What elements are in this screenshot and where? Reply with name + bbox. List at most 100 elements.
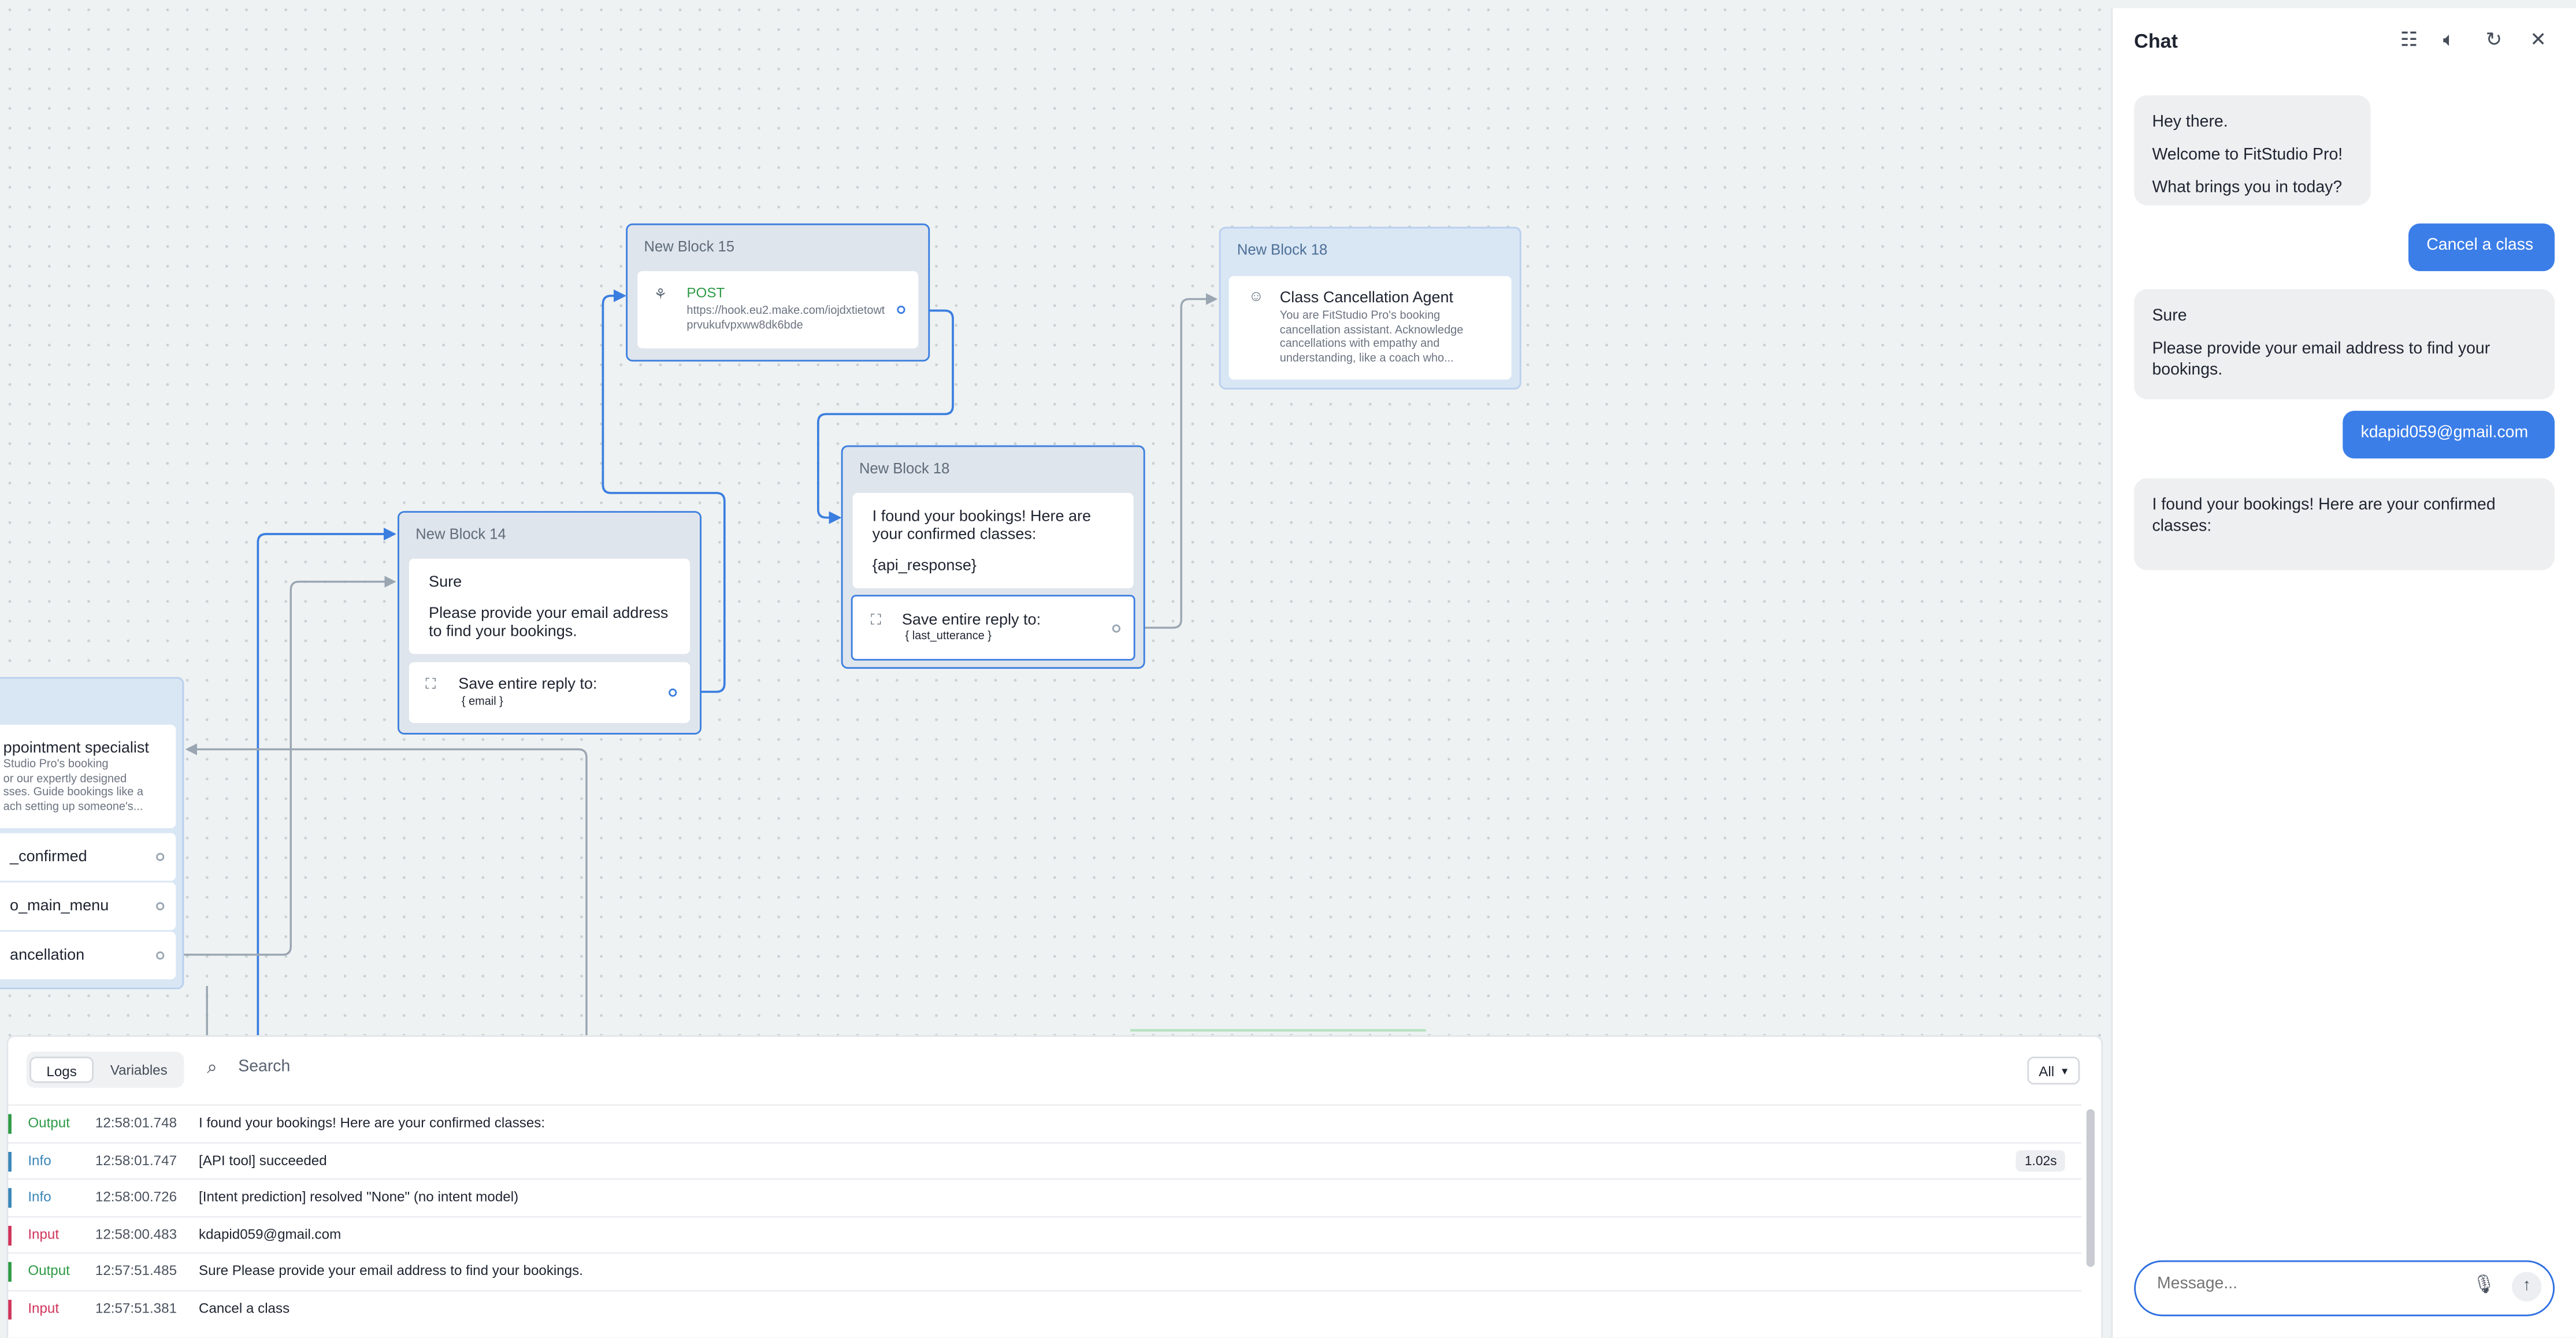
agent-icon: ☺: [1248, 287, 1264, 304]
message-line: I found your bookings! Here are your con…: [2152, 496, 2496, 536]
message-line: I found your bookings! Here are your con…: [872, 507, 1092, 544]
log-type-indicator: [8, 1262, 12, 1282]
message-block[interactable]: New Block 18 I found your bookings! Here…: [841, 445, 1145, 669]
log-type: Input: [28, 1225, 60, 1241]
log-type: Output: [28, 1262, 70, 1278]
log-time: 12:58:00.483: [95, 1225, 177, 1241]
output-port[interactable]: [669, 688, 677, 697]
agent-description: Studio Pro's booking or our expertly des…: [3, 759, 143, 813]
restart-icon[interactable]: ↻: [2486, 28, 2503, 51]
api-step[interactable]: ⚘ POST https://hook.eu2.make.com/iojdxti…: [637, 271, 919, 349]
message-block[interactable]: New Block 14 Sure Please provide your em…: [398, 511, 702, 735]
block-title: New Block 18: [859, 460, 950, 477]
text-step[interactable]: I found your bookings! Here are your con…: [852, 492, 1134, 588]
message-line: Sure: [429, 573, 462, 592]
logs-search-input[interactable]: [238, 1058, 732, 1077]
agent-block[interactable]: New Block 18 ☺ Class Cancellation Agent …: [1219, 227, 1521, 390]
log-time: 12:57:51.485: [95, 1262, 177, 1278]
chat-panel: Chat ☷ 🔈︎ ↻ ✕ Hey there. Welcome to FitS…: [2111, 8, 2576, 1338]
microphone-icon[interactable]: 🎙︎: [2473, 1273, 2496, 1295]
output-port[interactable]: [156, 902, 165, 911]
output-port[interactable]: [156, 951, 165, 960]
log-type-indicator: [8, 1225, 12, 1245]
save-label: Save entire reply to:: [458, 675, 597, 694]
bot-message: I found your bookings! Here are your con…: [2134, 478, 2555, 570]
log-message: [API tool] succeeded: [199, 1151, 327, 1168]
api-webhook-icon: ⚘: [654, 286, 667, 303]
log-row[interactable]: Input 12:57:51.381 Cancel a class: [8, 1289, 2082, 1326]
message-line: Please provide your email address to fin…: [429, 605, 669, 641]
message-line: Please provide your email address to fin…: [2152, 340, 2490, 380]
log-row[interactable]: Output 12:57:51.485 Sure Please provide yo…: [8, 1252, 2082, 1289]
output-port[interactable]: [1112, 624, 1120, 633]
settings-sliders-icon[interactable]: ☷: [2400, 28, 2418, 51]
logs-scrollbar[interactable]: [2086, 1109, 2095, 1267]
agent-step[interactable]: ☺ Class Cancellation Agent You are FitSt…: [1228, 276, 1512, 380]
path-label: o_main_menu: [10, 897, 109, 916]
capture-icon: ⛶: [425, 675, 436, 692]
log-row[interactable]: Input 12:58:00.483 kdapid059@gmail.com: [8, 1215, 2082, 1252]
path-label: ancellation: [10, 946, 85, 965]
tab-logs[interactable]: Logs: [29, 1057, 94, 1083]
message-line: Sure: [2152, 307, 2187, 325]
agent-block[interactable]: ppointment specialist Studio Pro's booki…: [0, 677, 184, 989]
chat-title: Chat: [2134, 29, 2178, 53]
log-row[interactable]: Info 12:58:01.747 [API tool] succeeded 1.02…: [8, 1141, 2082, 1178]
log-type-indicator: [8, 1188, 12, 1208]
path-item[interactable]: o_main_menu: [0, 882, 176, 931]
log-type-indicator: [8, 1299, 12, 1319]
log-row[interactable]: Info 12:58:00.726 [Intent prediction] reso…: [8, 1178, 2082, 1215]
path-label: _confirmed: [10, 848, 87, 866]
message-line: What brings you in today?: [2152, 179, 2343, 198]
webhook-url: https://hook.eu2.make.com/iojdxtietowtpr…: [686, 305, 885, 331]
message-input-box[interactable]: 🎙︎ ↑: [2134, 1260, 2555, 1317]
message-input[interactable]: [2156, 1275, 2453, 1293]
log-filter-dropdown[interactable]: All ▾: [2027, 1057, 2080, 1085]
agent-step[interactable]: ppointment specialist Studio Pro's booki…: [0, 724, 176, 828]
block-title: New Block 15: [644, 238, 734, 255]
user-message: Cancel a class: [2408, 223, 2555, 272]
block-title: New Block 18: [1237, 241, 1328, 258]
log-message: Cancel a class: [199, 1299, 290, 1315]
chevron-down-icon: ▾: [2062, 1066, 2068, 1078]
capture-step[interactable]: ⛶ Save entire reply to: { last_utterance…: [851, 595, 1135, 661]
user-message: kdapid059@gmail.com: [2343, 410, 2555, 459]
close-icon[interactable]: ✕: [2530, 28, 2547, 51]
mute-icon[interactable]: 🔈︎: [2443, 28, 2455, 53]
log-type: Output: [28, 1114, 70, 1131]
filter-value: All: [2039, 1063, 2055, 1080]
log-time: 12:57:51.381: [95, 1299, 177, 1315]
save-label: Save entire reply to:: [901, 611, 1041, 629]
message-line: {api_response}: [872, 557, 977, 576]
path-item[interactable]: ancellation: [0, 932, 176, 980]
log-type: Input: [28, 1299, 60, 1315]
log-time: 12:58:01.748: [95, 1114, 177, 1131]
log-duration: 1.02s: [2016, 1149, 2065, 1171]
search-icon: ⌕: [207, 1058, 217, 1078]
agent-name: ppointment specialist: [3, 739, 149, 758]
save-variable: { last_utterance }: [905, 631, 992, 643]
text-step[interactable]: Sure Please provide your email address t…: [409, 558, 691, 654]
log-type-indicator: [8, 1114, 12, 1134]
api-block[interactable]: New Block 15 ⚘ POST https://hook.eu2.mak…: [626, 223, 930, 362]
block-title: New Block 14: [415, 525, 506, 543]
output-port[interactable]: [897, 305, 905, 314]
bot-message: Hey there. Welcome to FitStudio Pro! Wha…: [2134, 95, 2371, 206]
log-message: I found your bookings! Here are your con…: [199, 1114, 545, 1131]
output-port[interactable]: [156, 853, 165, 861]
logs-tabs: Logs Variables: [26, 1051, 184, 1088]
log-message: Sure Please provide your email address t…: [199, 1262, 583, 1278]
tab-variables[interactable]: Variables: [102, 1057, 176, 1083]
capture-step[interactable]: ⛶ Save entire reply to: { email }: [409, 662, 691, 723]
log-row[interactable]: Output 12:58:01.748 I found your bookings!…: [8, 1104, 2082, 1141]
path-item[interactable]: _confirmed: [0, 833, 176, 881]
message-line: Welcome to FitStudio Pro!: [2152, 146, 2343, 165]
send-button[interactable]: ↑: [2512, 1272, 2542, 1302]
save-variable: { email }: [461, 696, 503, 709]
log-message: kdapid059@gmail.com: [199, 1225, 342, 1241]
capture-icon: ⛶: [870, 611, 881, 628]
log-type: Info: [28, 1188, 51, 1204]
http-method: POST: [686, 284, 725, 301]
message-line: Hey there.: [2152, 113, 2228, 132]
log-time: 12:58:00.726: [95, 1188, 177, 1204]
